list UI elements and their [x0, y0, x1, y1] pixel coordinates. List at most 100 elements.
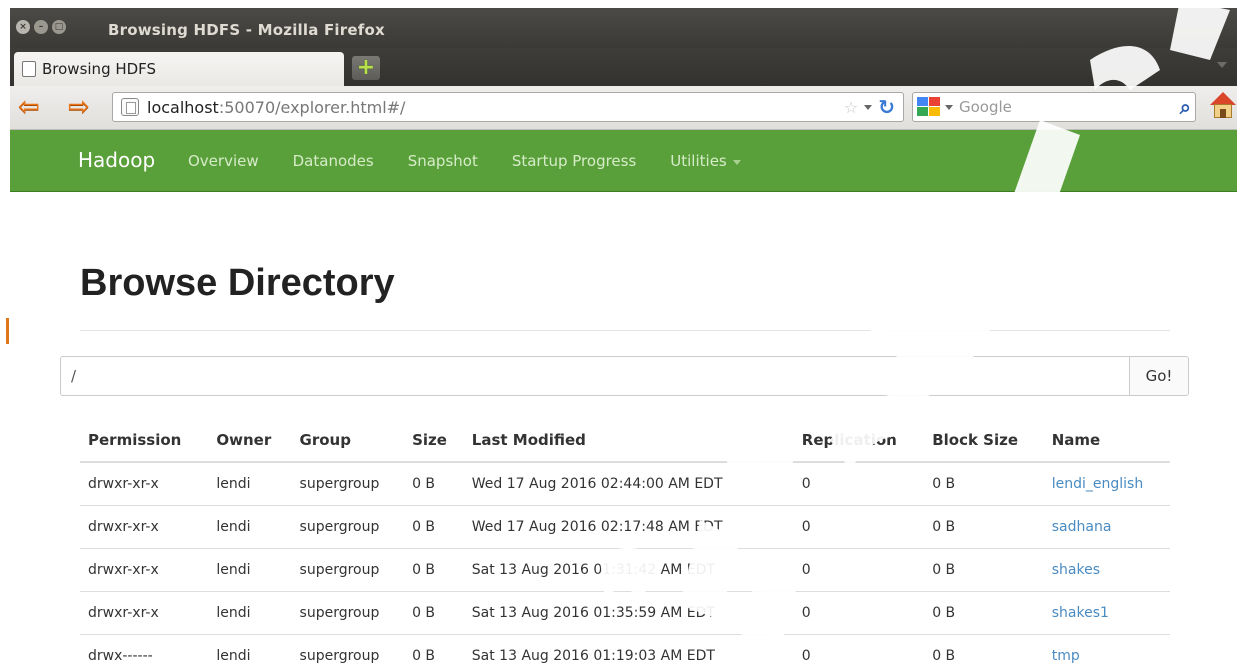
column-header-replication: Replication	[793, 418, 925, 463]
scroll-marker	[6, 318, 9, 344]
tab-label: Browsing HDFS	[42, 60, 157, 78]
directory-link[interactable]: tmp	[1043, 634, 1170, 666]
minimize-window-icon[interactable]: –	[34, 20, 48, 34]
nav-item-snapshot[interactable]: Snapshot	[408, 152, 478, 170]
cell-replication: 0	[793, 548, 925, 592]
table-row: drwxr-xr-x lendi supergroup 0 B Wed 17 A…	[80, 505, 1170, 549]
cell-permission: drwx------	[80, 634, 209, 666]
window-title: Browsing HDFS - Mozilla Firefox	[108, 21, 385, 39]
cell-block-size: 0 B	[924, 591, 1044, 635]
hadoop-navbar: Hadoop Overview Datanodes Snapshot Start…	[10, 130, 1237, 192]
new-tab-button[interactable]: +	[352, 56, 380, 80]
column-header-block-size: Block Size	[924, 418, 1044, 463]
window-titlebar: × – □ Browsing HDFS - Mozilla Firefox	[10, 8, 1237, 48]
maximize-window-icon[interactable]: □	[52, 20, 66, 34]
table-row: drwxr-xr-x lendi supergroup 0 B Sat 13 A…	[80, 591, 1170, 635]
cell-owner: lendi	[208, 634, 292, 666]
cell-replication: 0	[793, 634, 925, 666]
cell-size: 0 B	[404, 591, 464, 635]
forward-arrow-icon[interactable]: ⇨	[68, 94, 90, 120]
site-identity-icon[interactable]	[121, 98, 139, 116]
cell-permission: drwxr-xr-x	[80, 548, 209, 592]
cell-last-modified: Wed 17 Aug 2016 02:17:48 AM EDT	[463, 505, 794, 549]
directory-link[interactable]: lendi_english	[1043, 462, 1170, 506]
cell-replication: 0	[793, 591, 925, 635]
column-header-name: Name	[1043, 418, 1170, 463]
cell-permission: drwxr-xr-x	[80, 505, 209, 549]
table-row: drwxr-xr-x lendi supergroup 0 B Sat 13 A…	[80, 548, 1170, 592]
nav-item-overview[interactable]: Overview	[188, 152, 259, 170]
column-header-group: Group	[291, 418, 405, 463]
cell-permission: drwxr-xr-x	[80, 462, 209, 506]
cell-last-modified: Wed 17 Aug 2016 02:44:00 AM EDT	[463, 462, 794, 506]
cell-last-modified: Sat 13 Aug 2016 01:31:42 AM EDT	[463, 548, 794, 592]
nav-item-utilities[interactable]: Utilities	[670, 152, 741, 170]
url-bar-controls: ☆ ↻	[844, 97, 895, 117]
cell-block-size: 0 B	[924, 634, 1044, 666]
cell-size: 0 B	[404, 462, 464, 506]
google-logo-icon[interactable]	[917, 97, 941, 117]
plus-icon: +	[356, 55, 376, 80]
history-chevron-down-icon[interactable]	[864, 104, 873, 110]
directory-link[interactable]: shakes1	[1043, 591, 1170, 635]
cell-owner: lendi	[208, 505, 292, 549]
tab-browsing-hdfs[interactable]: Browsing HDFS	[14, 52, 344, 86]
url-text[interactable]: localhost:50070/explorer.html#/	[147, 98, 405, 117]
hadoop-menu: Overview Datanodes Snapshot Startup Prog…	[188, 152, 775, 170]
nav-item-datanodes[interactable]: Datanodes	[293, 152, 374, 170]
cell-group: supergroup	[291, 505, 405, 549]
go-button[interactable]: Go!	[1129, 356, 1189, 396]
cell-replication: 0	[793, 505, 925, 549]
url-path: :50070/explorer.html#/	[218, 97, 406, 117]
cell-group: supergroup	[291, 462, 405, 506]
directory-link[interactable]: sadhana	[1043, 505, 1170, 549]
cell-group: supergroup	[291, 548, 405, 592]
divider	[80, 330, 1170, 331]
navigation-toolbar: ⇦ ⇨ localhost:50070/explorer.html#/ ☆ ↻ …	[10, 86, 1237, 130]
back-arrow-icon[interactable]: ⇦	[18, 94, 40, 120]
cell-last-modified: Sat 13 Aug 2016 01:35:59 AM EDT	[463, 591, 794, 635]
home-icon[interactable]	[1210, 92, 1236, 120]
search-bar[interactable]: Google ⌕	[912, 92, 1196, 122]
search-input[interactable]: Google	[959, 98, 1012, 116]
cell-owner: lendi	[208, 462, 292, 506]
tab-list-chevron-down-icon[interactable]	[1217, 62, 1227, 68]
column-header-owner: Owner	[208, 418, 292, 463]
reload-icon[interactable]: ↻	[878, 97, 895, 117]
tab-strip: Browsing HDFS +	[10, 48, 1237, 86]
cell-block-size: 0 B	[924, 462, 1044, 506]
page-title: Browse Directory	[80, 262, 395, 304]
column-header-size: Size	[404, 418, 464, 463]
cell-size: 0 B	[404, 548, 464, 592]
cell-group: supergroup	[291, 634, 405, 666]
cell-size: 0 B	[404, 634, 464, 666]
cell-owner: lendi	[208, 591, 292, 635]
table-row: drwx------ lendi supergroup 0 B Sat 13 A…	[80, 634, 1170, 666]
window-controls: × – □	[16, 20, 66, 34]
cell-group: supergroup	[291, 591, 405, 635]
column-header-permission: Permission	[80, 418, 209, 463]
nav-item-startup-progress[interactable]: Startup Progress	[512, 152, 636, 170]
cell-replication: 0	[793, 462, 925, 506]
directory-listing-table: Permission Owner Group Size Last Modifie…	[80, 418, 1170, 666]
table-header-row: Permission Owner Group Size Last Modifie…	[80, 418, 1170, 463]
table-row: drwxr-xr-x lendi supergroup 0 B Wed 17 A…	[80, 462, 1170, 506]
page-icon	[22, 61, 36, 77]
url-host: localhost	[147, 97, 219, 117]
bookmark-star-icon[interactable]: ☆	[844, 98, 858, 117]
cell-block-size: 0 B	[924, 548, 1044, 592]
close-window-icon[interactable]: ×	[16, 20, 30, 34]
magnifier-search-icon[interactable]: ⌕	[1180, 96, 1191, 118]
chevron-down-icon	[732, 159, 741, 165]
cell-block-size: 0 B	[924, 505, 1044, 549]
cell-last-modified: Sat 13 Aug 2016 01:19:03 AM EDT	[463, 634, 794, 666]
directory-path-input[interactable]	[60, 356, 1130, 396]
directory-link[interactable]: shakes	[1043, 548, 1170, 592]
nav-item-utilities-label: Utilities	[670, 152, 727, 170]
url-bar[interactable]: localhost:50070/explorer.html#/ ☆ ↻	[112, 92, 904, 122]
cell-permission: drwxr-xr-x	[80, 591, 209, 635]
hadoop-brand-link[interactable]: Hadoop	[78, 148, 155, 172]
search-engine-chevron-down-icon[interactable]	[945, 104, 953, 110]
cell-size: 0 B	[404, 505, 464, 549]
column-header-last-modified: Last Modified	[463, 418, 794, 463]
